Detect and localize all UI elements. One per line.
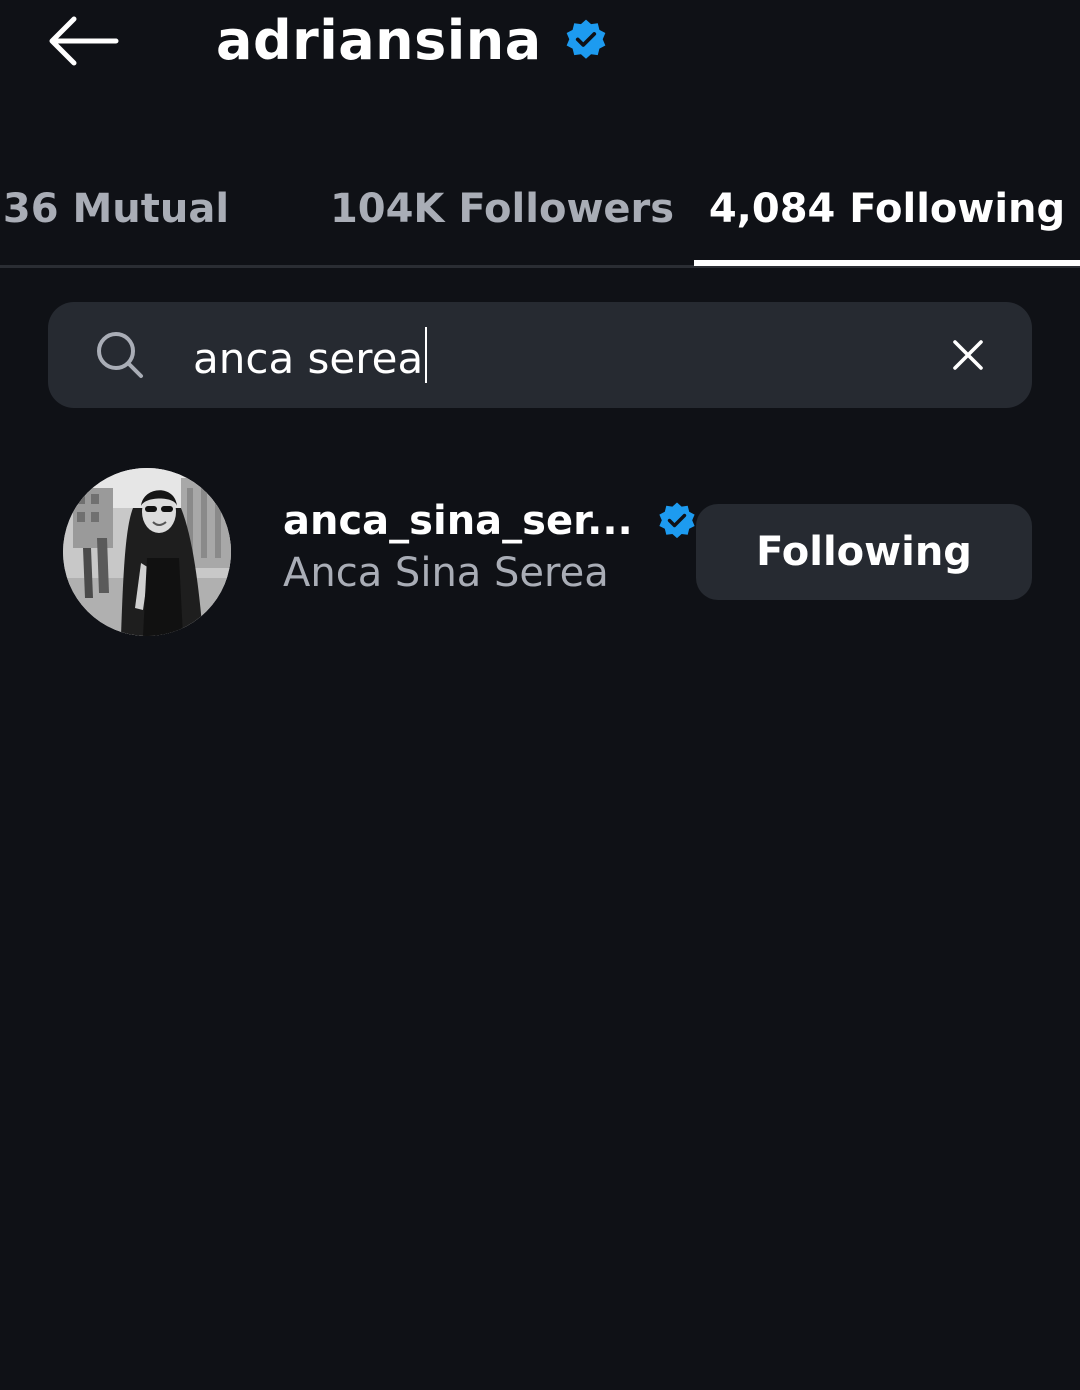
arrow-left-icon <box>49 16 119 66</box>
search-icon <box>94 329 146 381</box>
close-icon <box>953 340 983 370</box>
text-caret <box>425 327 428 383</box>
search-input[interactable]: anca serea <box>193 327 428 383</box>
username: anca_sina_ser... <box>283 498 633 544</box>
following-button[interactable]: Following <box>696 504 1032 600</box>
search-input-value: anca serea <box>193 334 424 383</box>
username-group[interactable]: anca_sina_ser... <box>283 496 697 546</box>
list-item[interactable]: anca_sina_ser... Anca Sina Serea Followi… <box>0 460 1080 644</box>
clear-search-button[interactable] <box>942 329 994 381</box>
following-screen: adriansina 36 Mutual 104K Followers 4,08… <box>0 0 1080 1390</box>
top-bar: adriansina <box>0 0 1080 90</box>
verified-badge-icon <box>564 18 608 62</box>
profile-photo <box>63 468 231 636</box>
avatar[interactable] <box>63 468 231 636</box>
active-tab-indicator <box>694 260 1080 266</box>
back-button[interactable] <box>44 10 124 72</box>
tab-mutual[interactable]: 36 Mutual <box>0 150 232 268</box>
tab-bar: 36 Mutual 104K Followers 4,084 Following <box>0 150 1080 268</box>
page-title: adriansina <box>216 8 542 72</box>
tab-following[interactable]: 4,084 Following <box>694 150 1080 268</box>
search-bar: anca serea <box>48 302 1032 408</box>
tab-followers[interactable]: 104K Followers <box>330 150 674 268</box>
verified-badge-icon <box>657 501 697 541</box>
full-name: Anca Sina Serea <box>283 550 609 596</box>
profile-title-group: adriansina <box>216 4 608 76</box>
